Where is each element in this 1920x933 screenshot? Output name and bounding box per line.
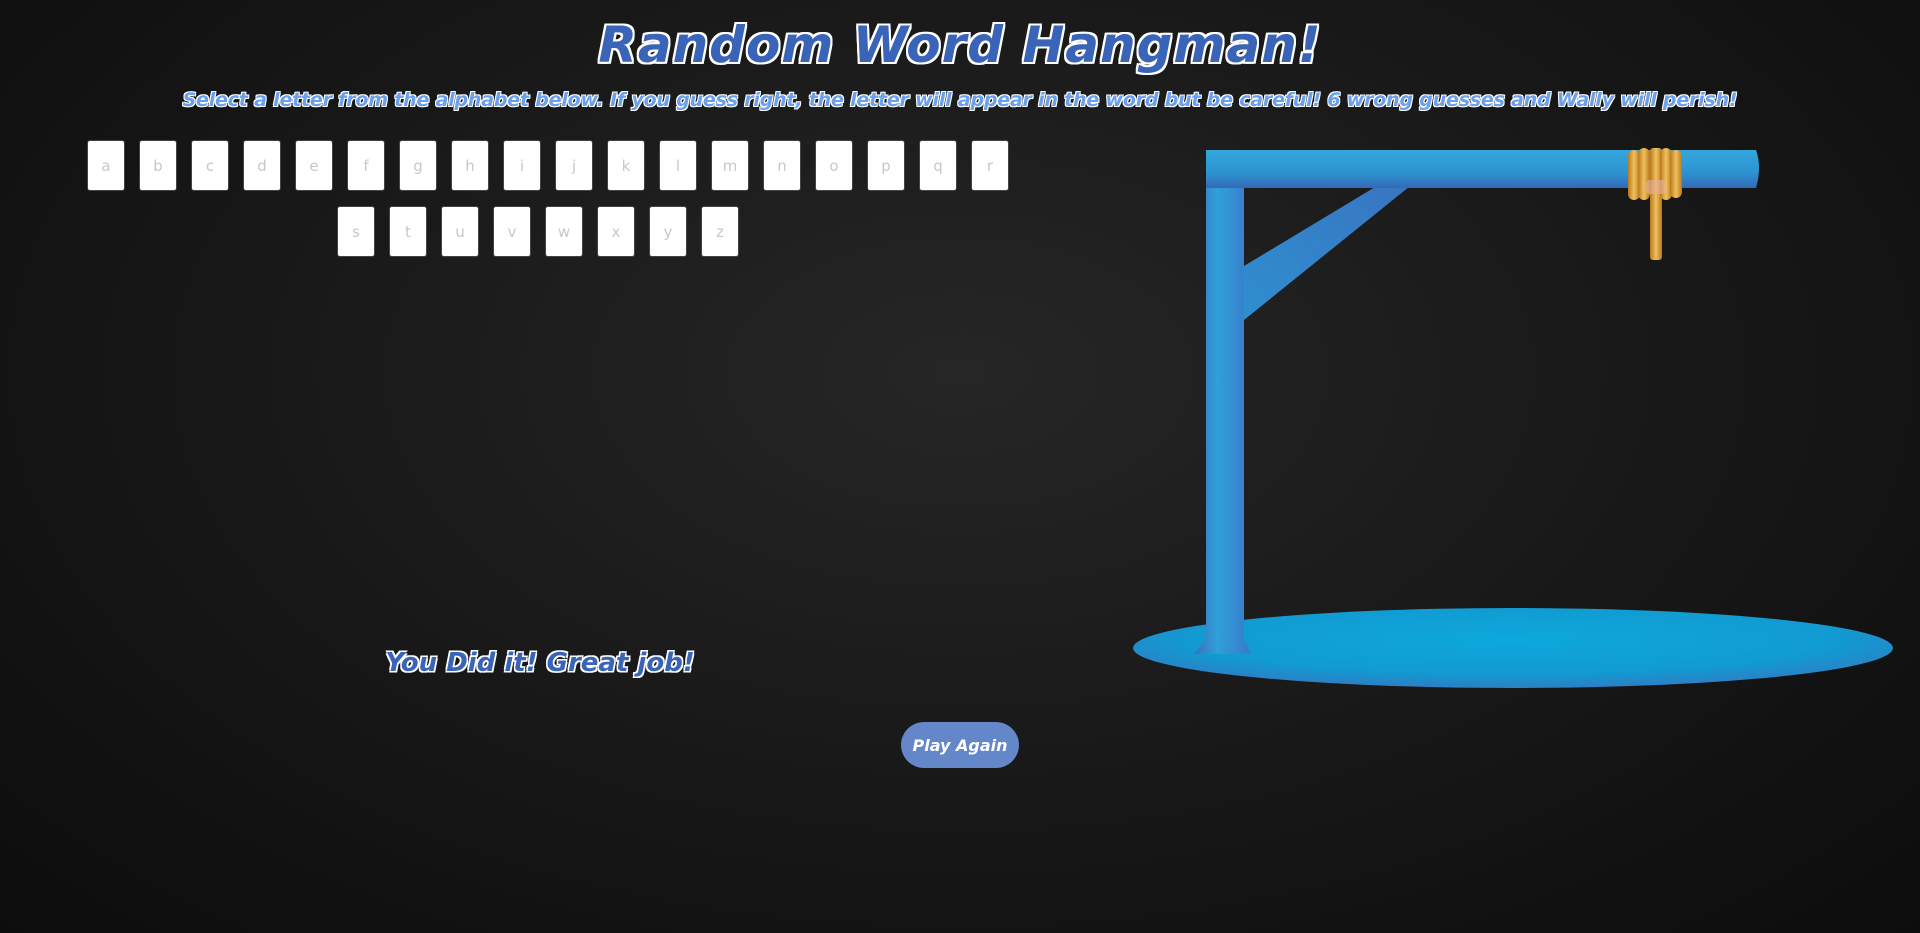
letter-button-q[interactable]: q xyxy=(919,140,957,191)
status-message: You Did it! Great job! xyxy=(385,648,695,678)
letter-button-t[interactable]: t xyxy=(389,206,427,257)
letter-button-y[interactable]: y xyxy=(649,206,687,257)
gallows-post xyxy=(1194,150,1252,654)
letter-button-a[interactable]: a xyxy=(87,140,125,191)
letter-button-b[interactable]: b xyxy=(139,140,177,191)
noose-rope xyxy=(1628,148,1682,260)
play-again-button[interactable]: Play Again xyxy=(901,722,1019,768)
letter-button-c[interactable]: c xyxy=(191,140,229,191)
letter-button-i[interactable]: i xyxy=(503,140,541,191)
letter-button-u[interactable]: u xyxy=(441,206,479,257)
letter-button-m[interactable]: m xyxy=(711,140,749,191)
letter-button-d[interactable]: d xyxy=(243,140,281,191)
letter-button-k[interactable]: k xyxy=(607,140,645,191)
letter-button-p[interactable]: p xyxy=(867,140,905,191)
letter-button-l[interactable]: l xyxy=(659,140,697,191)
gallows-illustration xyxy=(1133,148,1893,688)
letter-button-e[interactable]: e xyxy=(295,140,333,191)
page-title: Random Word Hangman! xyxy=(598,16,1322,74)
letter-button-x[interactable]: x xyxy=(597,206,635,257)
letter-button-n[interactable]: n xyxy=(763,140,801,191)
alphabet-row-1: abcdefghijklmnopqr xyxy=(87,140,1009,191)
letter-button-v[interactable]: v xyxy=(493,206,531,257)
instructions-text: Select a letter from the alphabet below.… xyxy=(182,89,1738,111)
letter-button-j[interactable]: j xyxy=(555,140,593,191)
letter-button-w[interactable]: w xyxy=(545,206,583,257)
alphabet-row-2: stuvwxyz xyxy=(337,206,739,257)
letter-button-f[interactable]: f xyxy=(347,140,385,191)
letter-button-z[interactable]: z xyxy=(701,206,739,257)
letter-button-h[interactable]: h xyxy=(451,140,489,191)
letter-button-g[interactable]: g xyxy=(399,140,437,191)
letter-button-s[interactable]: s xyxy=(337,206,375,257)
letter-button-r[interactable]: r xyxy=(971,140,1009,191)
letter-button-o[interactable]: o xyxy=(815,140,853,191)
